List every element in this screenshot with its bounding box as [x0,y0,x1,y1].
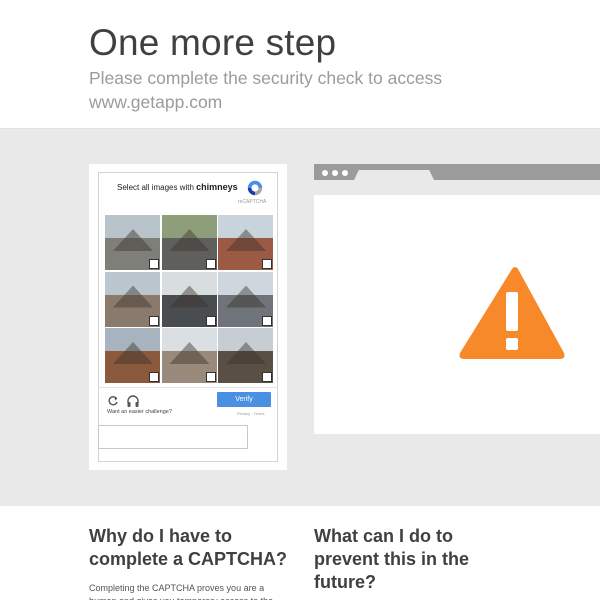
tile-checkbox[interactable] [262,372,272,382]
prevent-future-heading: What can I do to prevent this in the fut… [314,526,470,592]
captcha-image-grid [105,215,273,383]
tile-scene-shape [113,285,153,308]
tile-checkbox[interactable] [205,372,216,382]
tile-scene-shape [113,229,153,251]
tile-scene-shape [226,285,266,308]
page-subtitle: Please complete the security check to ac… [89,68,443,112]
captcha-tile-highway-overpass[interactable] [161,271,217,327]
tile-checkbox[interactable] [205,259,216,269]
window-dot [322,170,328,176]
easier-challenge-link[interactable]: Want an easier challenge? [107,409,172,415]
captcha-tile-road-with-trees[interactable] [161,215,217,270]
tile-scene-shape [113,342,153,364]
recaptcha-widget: Select all images with chimneys reCAPTCH… [98,172,278,462]
privacy-terms-link[interactable]: Privacy - Terms [237,411,264,416]
why-captcha-heading: Why do I have to complete a CAPTCHA? [89,526,288,569]
window-dot [342,170,348,176]
page-header: One more step Please complete the securi… [0,0,600,128]
tile-checkbox[interactable] [149,372,159,382]
captcha-tile-street-with-cars[interactable] [105,215,160,270]
captcha-instruction: Select all images with chimneys [117,182,238,192]
tile-checkbox[interactable] [205,315,216,326]
instruction-target: chimneys [196,182,238,192]
captcha-tile-brick-house-roof[interactable] [218,215,273,270]
tile-scene-shape [169,229,210,251]
warning-icon [459,267,565,359]
reload-icon[interactable] [107,395,119,407]
tile-scene-shape [169,342,210,364]
why-captcha-body: Completing the CAPTCHA proves you are a … [89,583,273,600]
tile-checkbox[interactable] [149,259,159,269]
tile-scene-shape [226,229,266,251]
verify-button[interactable]: Verify [217,392,271,407]
browser-tab-shape [354,170,434,180]
recaptcha-logo-icon [247,180,263,196]
captcha-tile-stone-house[interactable] [105,271,160,327]
browser-illustration-body [314,195,600,434]
window-dot [332,170,338,176]
captcha-tile-brick-chimney[interactable] [105,328,160,383]
tile-checkbox[interactable] [149,315,159,326]
captcha-tile-white-house-roof[interactable] [218,271,273,327]
recaptcha-brand: reCAPTCHA [238,199,267,205]
tile-scene-shape [169,285,210,308]
captcha-header: Select all images with chimneys reCAPTCH… [99,173,277,211]
tile-checkbox[interactable] [262,259,272,269]
captcha-tile-dark-roof-house[interactable] [218,328,273,383]
headphones-icon[interactable] [126,394,140,408]
browser-illustration-titlebar [314,164,600,180]
captcha-response-field[interactable] [98,425,248,449]
page-title: One more step [89,22,337,63]
instruction-text: Select all images with [117,183,194,192]
tile-scene-shape [226,342,266,364]
tile-checkbox[interactable] [262,315,272,326]
captcha-tile-gray-roof-houses[interactable] [161,328,217,383]
